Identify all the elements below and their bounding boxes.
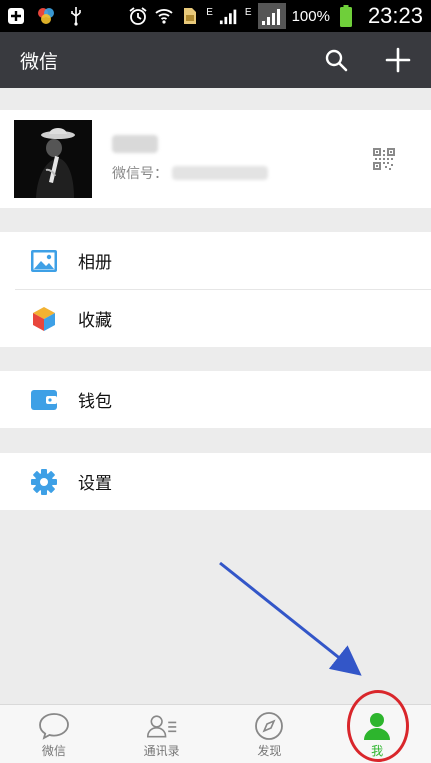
menu-item-album[interactable]: 相册: [0, 232, 431, 289]
wallet-icon: [29, 385, 59, 415]
menu-item-label: 钱包: [78, 392, 112, 412]
chat-bubble-icon: [38, 711, 70, 741]
sim-card-icon: [180, 6, 200, 26]
network-type-label: E: [244, 7, 252, 18]
status-bar: E E 100% 23:23: [0, 0, 431, 32]
tab-label: 微信: [41, 744, 66, 758]
color-wheel-icon: [36, 6, 56, 26]
me-person-icon: [361, 711, 393, 741]
tab-contacts[interactable]: 通讯录: [108, 705, 216, 763]
wechat-id-label: 微信号：: [112, 166, 168, 182]
tab-me[interactable]: 我: [323, 705, 431, 763]
profile-info: 微信号：: [112, 135, 268, 183]
status-bar-right: E E 100% 23:23: [128, 3, 431, 29]
menu-item-label: 收藏: [78, 311, 112, 331]
signal-icon: [257, 3, 286, 29]
tab-chats[interactable]: 微信: [0, 705, 108, 763]
tab-label: 我: [371, 744, 384, 758]
menu-item-label: 设置: [78, 474, 112, 494]
wechat-id-redacted: [172, 166, 268, 180]
nickname-redacted: [112, 135, 158, 153]
compass-icon: [253, 711, 285, 741]
menu-group-settings: 设置: [0, 453, 431, 510]
menu-group-wallet: 钱包: [0, 371, 431, 428]
favorites-cube-icon: [29, 304, 59, 334]
contacts-icon: [146, 711, 178, 741]
battery-icon: [336, 5, 356, 27]
title-bar: 微信: [0, 32, 431, 88]
menu-item-favorites[interactable]: 收藏: [0, 290, 431, 347]
menu-item-label: 相册: [78, 253, 112, 273]
menu-item-wallet[interactable]: 钱包: [0, 371, 431, 428]
tab-discover[interactable]: 发现: [216, 705, 324, 763]
alarm-icon: [128, 6, 148, 26]
menu-group-media: 相册 收藏: [0, 232, 431, 347]
settings-gear-icon: [29, 467, 59, 497]
signal-icon: [219, 6, 239, 26]
search-icon[interactable]: [323, 47, 349, 73]
clock: 23:23: [367, 3, 423, 28]
profile-nickname: [112, 135, 268, 153]
photo-album-icon: [29, 246, 59, 276]
wifi-icon: [154, 6, 174, 26]
add-icon: [6, 6, 26, 26]
menu-item-settings[interactable]: 设置: [0, 453, 431, 510]
qr-code-icon[interactable]: [373, 148, 395, 170]
battery-percent: 100%: [291, 7, 330, 25]
network-type-label: E: [206, 7, 213, 18]
avatar[interactable]: [14, 120, 92, 198]
bottom-tab-bar: 微信 通讯录 发现 我: [0, 704, 431, 763]
usb-icon: [66, 6, 86, 26]
profile-card[interactable]: 微信号：: [0, 110, 431, 208]
profile-wechat-id: 微信号：: [112, 163, 268, 183]
title-bar-actions: [323, 47, 431, 73]
plus-icon[interactable]: [385, 47, 411, 73]
status-bar-left: [0, 6, 86, 26]
tab-label: 通讯录: [143, 744, 180, 758]
page-title: 微信: [20, 50, 59, 73]
tab-label: 发现: [257, 744, 282, 758]
